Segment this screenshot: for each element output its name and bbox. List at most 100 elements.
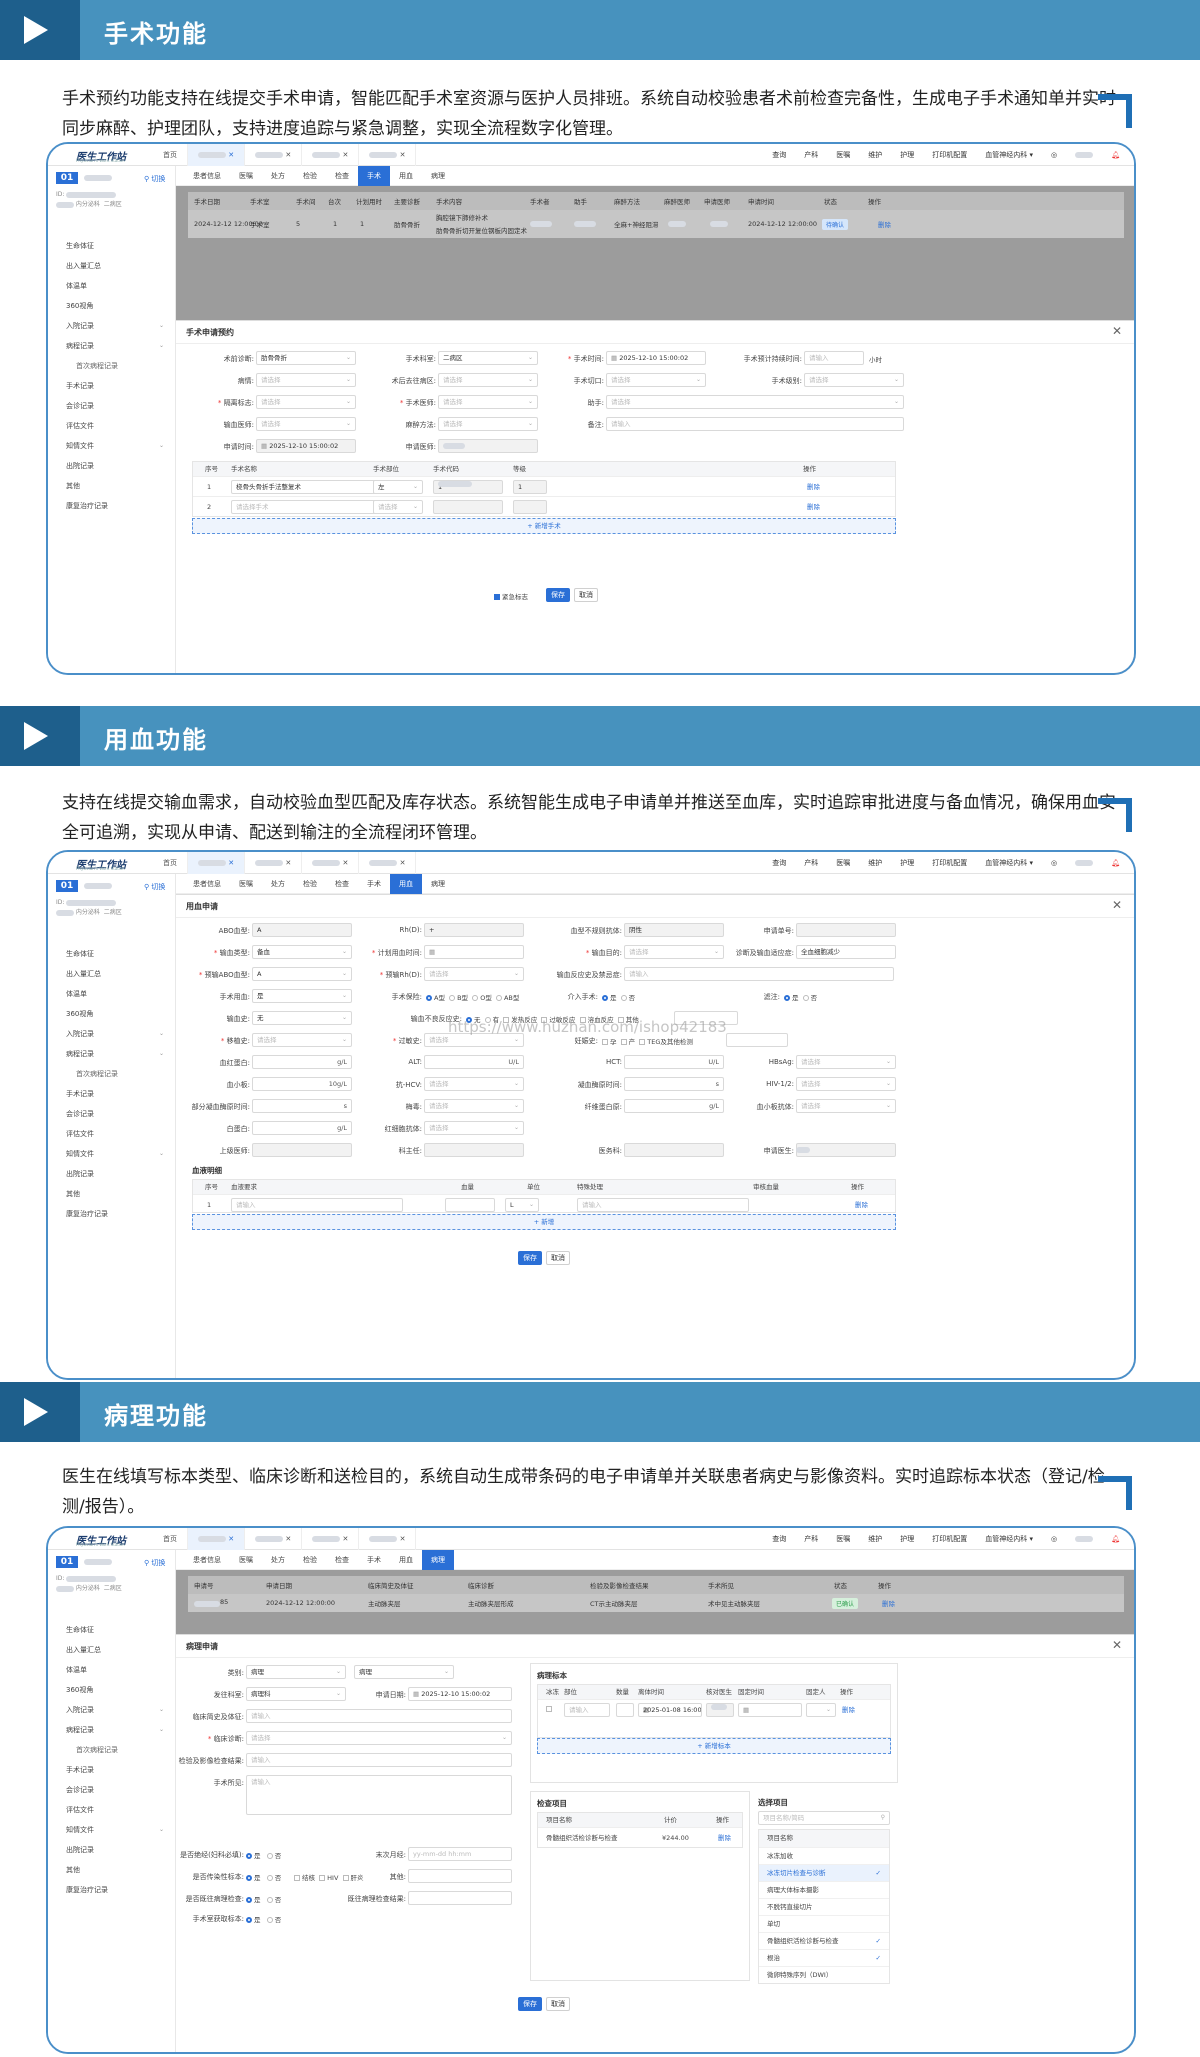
delete-link[interactable]: 删除 [807,477,820,497]
top-menu-item[interactable]: 维护 [868,858,882,868]
form-input[interactable]: 请选择 ⌄ [804,373,904,387]
datetime-input[interactable]: ▦ [424,945,524,959]
top-menu-item[interactable]: 医嘱 [836,1534,850,1544]
blood-type-radio-group[interactable]: A型 B型 O型 AB型 [426,992,524,1002]
sidebar-item[interactable]: 评估文件 [48,1800,176,1820]
sidebar-item[interactable]: 其他 [48,476,176,496]
cancel-button[interactable]: 取消 [546,1997,570,2011]
frozen-checkbox[interactable] [546,1706,552,1712]
close-icon[interactable]: ✕ [285,1535,291,1543]
close-icon[interactable]: ✕ [400,859,406,867]
top-menu-item[interactable]: 医嘱 [836,858,850,868]
sidebar-item[interactable]: 360视角 [48,1680,176,1700]
table-row[interactable]: 85 2024-12-12 12:00:00 主动脉夹层 主动脉夹层形成 CT示主动脉夹… [188,1594,1124,1612]
close-icon[interactable]: ✕ [1112,1638,1122,1652]
cancel-button[interactable]: 取消 [546,1251,570,1265]
user-icon[interactable]: ◎ [1051,151,1057,159]
record-tab[interactable]: 检验 [294,874,326,894]
tab-patient[interactable]: ✕ [188,852,246,874]
form-input[interactable]: s [252,1099,352,1113]
sidebar-item[interactable]: 360视角 [48,1004,176,1024]
surgery-part-select[interactable]: 请选择 ⌄ [373,500,423,514]
sidebar-item[interactable]: 评估文件 [48,1124,176,1144]
record-tab[interactable]: 医嘱 [230,166,262,186]
record-tab[interactable]: 检查 [326,874,358,894]
sidebar-item[interactable]: 体温单 [48,1660,176,1680]
pregnancy-checkbox-group[interactable]: 孕 产 TEG及其他检测 [602,1036,697,1046]
sidebar-item[interactable]: 病程记录 ⌄ [48,1044,176,1064]
menses-radio-group[interactable]: 是 否 [246,1850,281,1860]
urgent-checkbox[interactable]: 紧急标志 [494,591,528,601]
close-icon[interactable]: ✕ [228,151,234,159]
form-input[interactable]: A ⌄ [252,967,352,981]
close-icon[interactable]: ✕ [342,859,348,867]
top-menu-item[interactable]: 护理 [900,1534,914,1544]
sidebar-item[interactable]: 知情文件 ⌄ [48,1820,176,1840]
tab-patient[interactable]: ✕ [245,852,303,874]
record-tab[interactable]: 医嘱 [230,1550,262,1570]
sidebar-item[interactable]: 出院记录 [48,1164,176,1184]
form-input[interactable]: 请输入 [246,1709,512,1723]
tab-patient[interactable]: ✕ [359,144,417,166]
top-menu-item[interactable]: 医嘱 [836,150,850,160]
datetime-input[interactable]: ▦ 2025-12-10 15:00:02 [256,439,356,453]
form-input[interactable]: 肋骨骨折 ⌄ [256,351,356,365]
form-input[interactable]: A [252,923,352,937]
dept-select[interactable]: 血管神经内科 ▾ [985,1534,1033,1544]
datetime-input[interactable]: ▦ 2025-12-10 15:00:02 [408,1687,512,1701]
list-item[interactable]: 不脱钙直接切片 [759,1898,889,1915]
record-tab[interactable]: 患者信息 [184,874,230,894]
form-input[interactable]: 是 ⌄ [252,989,352,1003]
record-tab[interactable]: 用血 [390,166,422,186]
blood-requirement-input[interactable]: 请输入 [231,1198,403,1212]
room-specimen-radio-group[interactable]: 是 否 [246,1914,281,1924]
delete-link[interactable]: 删除 [842,1700,855,1720]
delete-link[interactable]: 删除 [882,1598,895,1608]
form-input[interactable]: + [424,923,524,937]
sidebar-item[interactable]: 首次病程记录 [48,356,176,376]
record-tab[interactable]: 检验 [294,166,326,186]
dept-select[interactable]: 血管神经内科 ▾ [985,150,1033,160]
blood-volume-input[interactable] [445,1198,495,1212]
delete-link[interactable]: 删除 [878,219,891,229]
tab-patient[interactable]: ✕ [188,1528,246,1550]
form-input[interactable]: 请选择 ⌄ [256,417,356,431]
top-menu-item[interactable]: 查询 [772,858,786,868]
close-icon[interactable]: ✕ [342,1535,348,1543]
sidebar-item[interactable]: 出入量汇总 [48,1640,176,1660]
top-menu-item[interactable]: 产科 [804,1534,818,1544]
record-tab[interactable]: 检查 [326,1550,358,1570]
bell-icon[interactable]: 🔔︎ [1111,1535,1120,1543]
record-tab[interactable]: 医嘱 [230,874,262,894]
sidebar-item[interactable]: 其他 [48,1860,176,1880]
tab-patient[interactable]: ✕ [302,1528,360,1550]
sidebar-item[interactable]: 会诊记录 [48,396,176,416]
sidebar-item[interactable]: 其他 [48,1184,176,1204]
close-icon[interactable]: ✕ [400,151,406,159]
form-input[interactable]: 无 ⌄ [252,1011,352,1025]
tab-patient[interactable]: ✕ [302,144,360,166]
bell-icon[interactable]: 🔔︎ [1111,151,1120,159]
fix-time-input[interactable]: ▦ [738,1703,802,1717]
save-button[interactable]: 保存 [518,1251,542,1265]
form-input[interactable]: yy-mm-dd hh:mm [408,1847,512,1861]
sidebar-item[interactable]: 生命体征 [48,236,176,256]
top-menu-item[interactable]: 产科 [804,858,818,868]
tab-patient[interactable]: ✕ [245,1528,303,1550]
form-input[interactable]: 请选择 ⌄ [246,1731,512,1745]
surgery-part-select[interactable]: 左 ⌄ [373,480,423,494]
add-blood-button[interactable]: + 新增 [192,1214,896,1230]
tab-home[interactable]: 首页 [153,852,188,874]
record-tab[interactable]: 检验 [294,1550,326,1570]
sidebar-item[interactable]: 会诊记录 [48,1780,176,1800]
switch-patient-button[interactable]: ⚲ 切换 [144,1558,165,1568]
list-item[interactable]: 冰冻加收 [759,1847,889,1864]
sidebar-item[interactable]: 首次病程记录 [48,1064,176,1084]
sidebar-item[interactable]: 手术记录 [48,1084,176,1104]
list-item[interactable]: 病理大体标本摄影 [759,1881,889,1898]
datetime-input[interactable]: ▦ 2025-12-10 15:00:02 [606,351,706,365]
sidebar-item[interactable]: 评估文件 [48,416,176,436]
list-item[interactable]: 冰冻切片检查与诊断 ✓ [759,1864,889,1881]
prev-pathology-radio-group[interactable]: 是 否 [246,1894,281,1904]
close-icon[interactable]: ✕ [228,1535,234,1543]
